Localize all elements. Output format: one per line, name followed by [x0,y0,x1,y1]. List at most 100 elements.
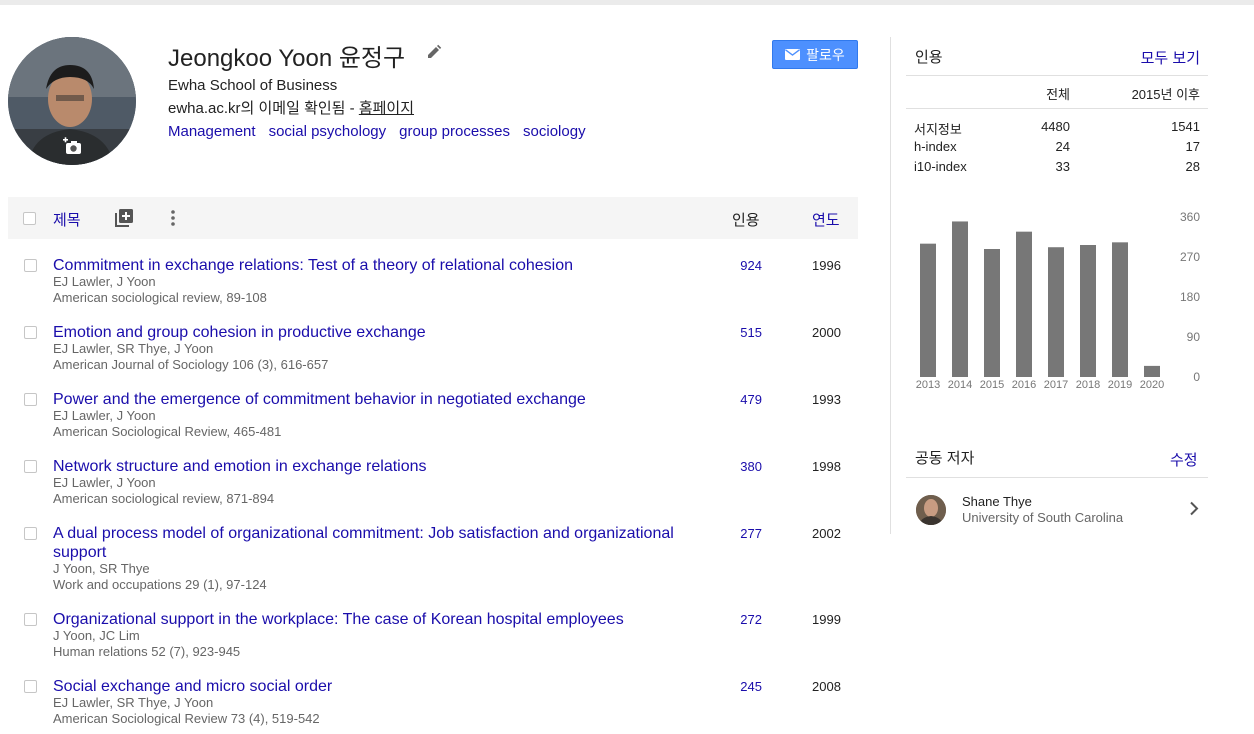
article-venue: American sociological review, 89-108 [53,290,267,305]
row-checkbox[interactable] [24,680,37,693]
cited-by-header[interactable]: 인용 [732,209,760,230]
edit-coauthors-link[interactable]: 수정 [1170,449,1198,470]
homepage-link[interactable]: 홈페이지 [359,100,414,117]
stat-label: h-index [914,139,957,154]
row-checkbox[interactable] [24,527,37,540]
interest-link[interactable]: sociology [523,123,586,140]
y-tick-label: 180 [1180,290,1200,304]
article-cited-count[interactable]: 272 [740,612,762,627]
y-tick-label: 90 [1187,330,1201,344]
article-year: 1998 [812,459,841,474]
sort-by-title[interactable]: 제목 [53,209,81,230]
divider [906,108,1208,109]
article-cited-count[interactable]: 924 [740,258,762,273]
edit-pencil-icon[interactable] [426,44,442,60]
bar-2019[interactable] [1112,242,1128,377]
article-authors: EJ Lawler, J Yoon [53,408,156,423]
article-authors: EJ Lawler, J Yoon [53,274,156,289]
x-tick-label: 2017 [1044,379,1068,391]
top-bar [0,0,1254,5]
interest-link[interactable]: group processes [399,123,510,140]
coauthor-name: Shane Thye [962,494,1032,509]
stat-label: i10-index [914,159,967,174]
article-title[interactable]: Social exchange and micro social order [53,677,693,696]
bar-2013[interactable] [920,243,936,377]
bar-2015[interactable] [984,249,1000,377]
row-checkbox[interactable] [24,393,37,406]
article-year: 1993 [812,392,841,407]
x-tick-label: 2018 [1076,379,1100,391]
x-tick-label: 2019 [1108,379,1132,391]
row-checkbox[interactable] [24,259,37,272]
y-tick-label: 0 [1193,370,1200,384]
divider [906,477,1208,478]
column-divider [890,37,891,534]
article-cited-count[interactable]: 245 [740,679,762,694]
x-tick-label: 2016 [1012,379,1036,391]
stat-since: 28 [1185,159,1200,174]
x-tick-label: 2013 [916,379,940,391]
article-title[interactable]: Network structure and emotion in exchang… [53,457,693,476]
bar-2014[interactable] [952,221,968,377]
chevron-right-icon [1190,501,1199,516]
bar-2018[interactable] [1080,245,1096,377]
stat-all: 24 [1055,139,1070,154]
row-checkbox[interactable] [24,613,37,626]
article-year: 2002 [812,526,841,541]
articles-table-header [8,197,858,239]
citations-heading: 인용 [915,49,943,66]
profile-avatar[interactable] [8,37,136,165]
article-authors: J Yoon, JC Lim [53,628,140,643]
article-title[interactable]: A dual process model of organizational c… [53,524,693,562]
article-title[interactable]: Power and the emergence of commitment be… [53,390,693,409]
article-venue: American sociological review, 871-894 [53,491,275,506]
stat-since: 17 [1185,139,1200,154]
article-authors: EJ Lawler, SR Thye, J Yoon [53,341,214,356]
profile-email: ewha.ac.kr의 이메일 확인됨 - 홈페이지 [168,97,414,118]
select-all-checkbox[interactable] [23,212,36,225]
article-cited-count[interactable]: 515 [740,325,762,340]
article-venue: American Journal of Sociology 106 (3), 6… [53,357,329,372]
email-verified-text: ewha.ac.kr의 이메일 확인됨 - [168,100,359,117]
article-authors: EJ Lawler, SR Thye, J Yoon [53,695,214,710]
add-photo-icon[interactable] [63,137,83,157]
x-tick-label: 2015 [980,379,1004,391]
coauthor-photo [916,495,946,525]
interest-link[interactable]: Management [168,123,256,140]
article-year: 2008 [812,679,841,694]
x-tick-label: 2014 [948,379,972,391]
stat-all: 33 [1055,159,1070,174]
profile-name: Jeongkoo Yoon 윤정구 [168,45,406,72]
view-all-link[interactable]: 모두 보기 [1120,47,1200,68]
row-checkbox[interactable] [24,326,37,339]
interest-link[interactable]: social psychology [269,123,387,140]
y-tick-label: 270 [1180,250,1200,264]
article-year: 2000 [812,325,841,340]
add-article-icon[interactable] [115,209,133,227]
article-cited-count[interactable]: 277 [740,526,762,541]
follow-button[interactable]: 팔로우 [772,40,858,69]
row-checkbox[interactable] [24,460,37,473]
follow-label: 팔로우 [806,46,845,63]
more-options-icon[interactable] [169,209,177,227]
article-title[interactable]: Emotion and group cohesion in productive… [53,323,693,342]
article-cited-count[interactable]: 479 [740,392,762,407]
citations-chart: 360 270 180 90 0 2013 2014 2015 2016 2017 2018 2019… [916,210,1201,391]
bar-2020[interactable] [1144,365,1160,377]
sort-by-year[interactable]: 연도 [812,209,840,230]
article-cited-count[interactable]: 380 [740,459,762,474]
bar-2016[interactable] [1016,231,1032,377]
article-venue: American Sociological Review 73 (4), 519… [53,711,320,726]
stat-since: 1541 [1171,119,1200,134]
article-year: 1996 [812,258,841,273]
stat-label: 서지정보 [914,122,962,137]
article-title[interactable]: Organizational support in the workplace:… [53,610,693,629]
coauthor-avatar [916,495,946,525]
profile-affiliation: Ewha School of Business [168,77,338,94]
article-title[interactable]: Commitment in exchange relations: Test o… [53,256,693,275]
stat-all: 4480 [1041,119,1070,134]
bar-2017[interactable] [1048,247,1064,377]
coauthors-heading: 공동 저자 [915,450,975,467]
stats-col-all: 전체 [1046,87,1070,102]
x-tick-label: 2020 [1140,379,1164,391]
